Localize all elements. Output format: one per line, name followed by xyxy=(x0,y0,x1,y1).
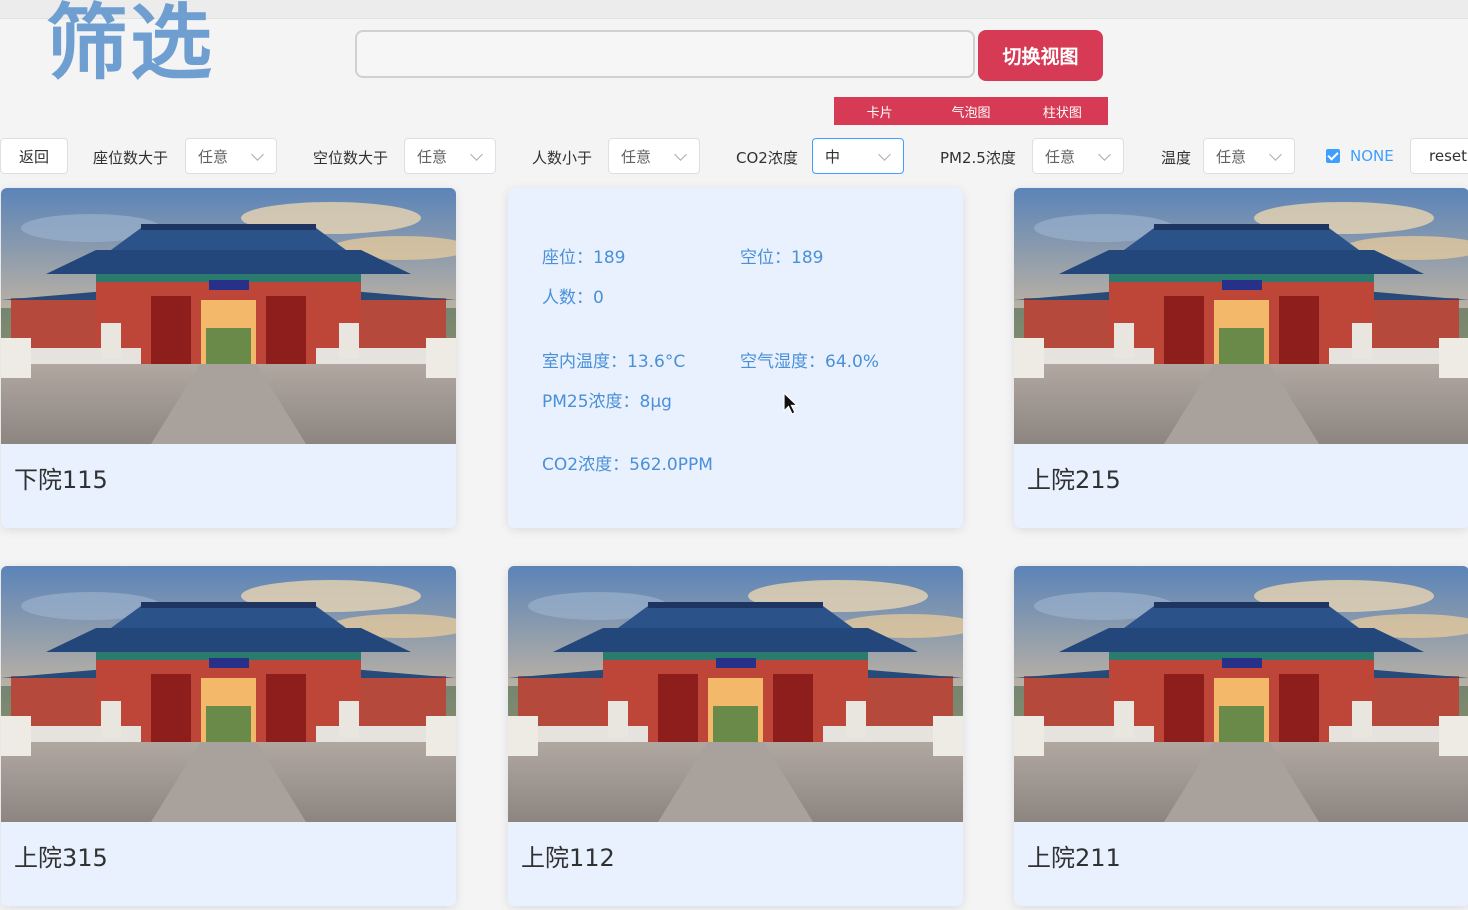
chevron-down-icon xyxy=(470,148,483,161)
filter-select-temperature[interactable]: 任意 xyxy=(1203,138,1295,174)
page-title: 筛选 xyxy=(46,0,215,91)
card-title: 上院112 xyxy=(521,844,615,872)
filter-bar: 返回 座位数大于 任意 空位数大于 任意 人数小于 任意 CO2浓度 中 PM2… xyxy=(0,138,1468,176)
tab-bar-chart[interactable]: 柱状图 xyxy=(1017,97,1108,125)
detail-free-seats: 空位：189 xyxy=(740,248,824,268)
card-image xyxy=(508,566,963,822)
detail-humidity: 空气湿度：64.0% xyxy=(740,352,880,372)
room-card[interactable]: 上院315 xyxy=(1,566,456,906)
filter-label-temperature: 温度 xyxy=(1161,149,1192,167)
chevron-down-icon xyxy=(878,148,891,161)
filter-select-co2[interactable]: 中 xyxy=(812,138,904,174)
filter-select-seats[interactable]: 任意 xyxy=(185,138,277,174)
card-image xyxy=(1,566,456,822)
detail-seats: 座位：189 xyxy=(542,248,626,268)
checkbox-checked-icon[interactable] xyxy=(1326,149,1340,163)
chevron-down-icon xyxy=(251,148,264,161)
browser-top-strip xyxy=(0,0,1468,19)
card-title: 上院315 xyxy=(14,844,108,872)
none-checkbox-label: NONE xyxy=(1350,147,1394,165)
back-button[interactable]: 返回 xyxy=(0,138,68,174)
room-detail-card[interactable]: 座位：189 空位：189 人数：0 室内温度：13.6°C 空气湿度：64.0… xyxy=(508,188,963,528)
detail-co2: CO2浓度：562.0PPM xyxy=(542,455,713,475)
card-image xyxy=(1,188,456,444)
detail-people: 人数：0 xyxy=(542,288,604,308)
filter-label-seats: 座位数大于 xyxy=(93,149,169,167)
filter-select-value: 任意 xyxy=(417,147,448,166)
room-card[interactable]: 上院112 xyxy=(508,566,963,906)
card-title: 下院115 xyxy=(14,466,108,494)
room-card[interactable]: 上院211 xyxy=(1014,566,1468,906)
detail-indoor-temp: 室内温度：13.6°C xyxy=(542,352,686,372)
card-image xyxy=(1014,566,1468,822)
filter-label-pm25: PM2.5浓度 xyxy=(940,149,1016,167)
none-checkbox[interactable]: NONE xyxy=(1326,147,1394,165)
filter-label-free-seats: 空位数大于 xyxy=(313,149,389,167)
room-card[interactable]: 上院215 xyxy=(1014,188,1468,528)
filter-select-value: 任意 xyxy=(198,147,229,166)
card-image xyxy=(1014,188,1468,444)
chevron-down-icon xyxy=(674,148,687,161)
tab-card[interactable]: 卡片 xyxy=(834,97,925,125)
switch-view-button[interactable]: 切换视图 xyxy=(978,30,1103,81)
card-title: 上院211 xyxy=(1027,844,1121,872)
search-input[interactable] xyxy=(355,30,975,78)
chevron-down-icon xyxy=(1269,148,1282,161)
reset-button[interactable]: reset xyxy=(1410,138,1468,174)
card-title: 上院215 xyxy=(1027,466,1121,494)
filter-select-people[interactable]: 任意 xyxy=(608,138,700,174)
filter-select-value: 中 xyxy=(825,147,841,166)
filter-select-free-seats[interactable]: 任意 xyxy=(404,138,496,174)
view-tabs: 卡片 气泡图 柱状图 xyxy=(834,97,1108,125)
chevron-down-icon xyxy=(1098,148,1111,161)
filter-select-value: 任意 xyxy=(1216,147,1247,166)
filter-label-people: 人数小于 xyxy=(532,149,593,167)
detail-pm25: PM25浓度：8μg xyxy=(542,392,672,412)
filter-select-pm25[interactable]: 任意 xyxy=(1032,138,1124,174)
tab-bubble-chart[interactable]: 气泡图 xyxy=(925,97,1016,125)
filter-label-co2: CO2浓度 xyxy=(736,149,798,167)
mouse-cursor-icon xyxy=(783,392,799,415)
filter-select-value: 任意 xyxy=(621,147,652,166)
filter-select-value: 任意 xyxy=(1045,147,1076,166)
room-card[interactable]: 下院115 xyxy=(1,188,456,528)
